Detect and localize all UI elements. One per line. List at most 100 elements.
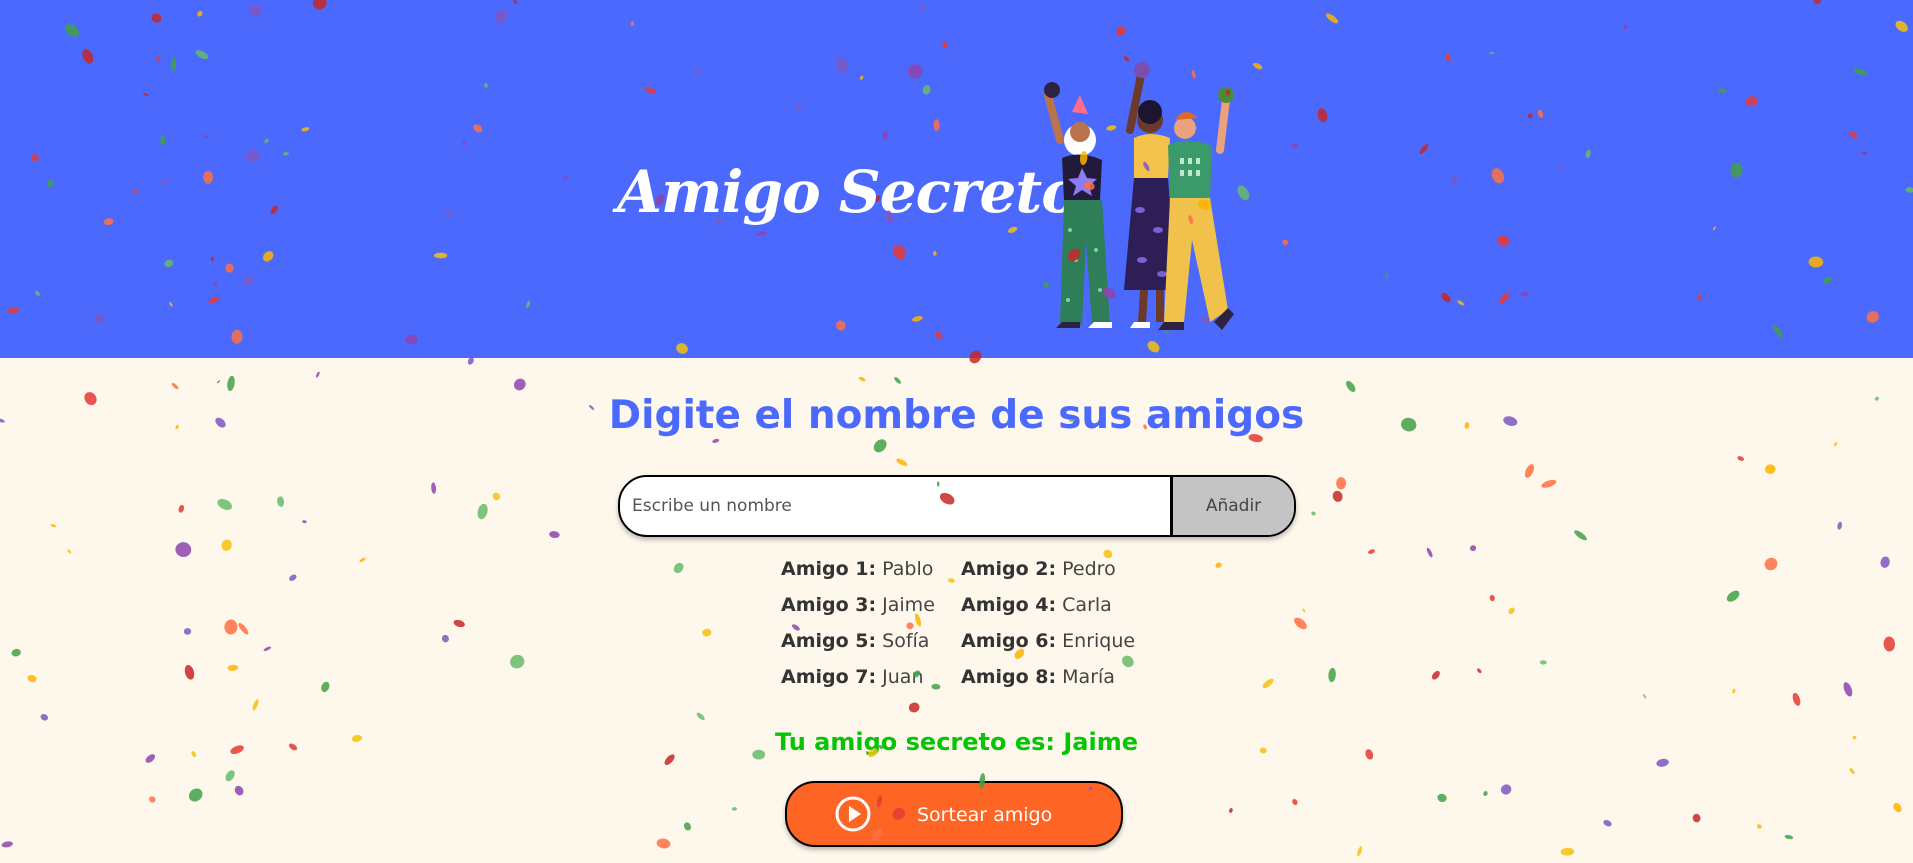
add-friend-button[interactable]: Añadir bbox=[1170, 477, 1294, 535]
list-item: Amigo 7: Juan bbox=[781, 666, 924, 688]
list-item: Amigo 8: María bbox=[961, 666, 1115, 688]
play-circle-icon bbox=[835, 796, 871, 832]
confetti-piece bbox=[1765, 464, 1776, 475]
header-banner: Amigo Secreto bbox=[0, 0, 1913, 358]
confetti-piece bbox=[1215, 562, 1222, 568]
confetti-piece bbox=[27, 674, 37, 683]
confetti-piece bbox=[1603, 819, 1612, 827]
confetti-piece bbox=[149, 796, 156, 803]
confetti-piece bbox=[1477, 668, 1482, 674]
confetti-piece bbox=[513, 378, 526, 391]
confetti-piece bbox=[673, 562, 684, 574]
confetti-piece bbox=[217, 498, 232, 510]
confetti-piece bbox=[1508, 607, 1515, 615]
confetti-piece bbox=[184, 664, 195, 680]
confetti-piece bbox=[1302, 608, 1306, 613]
confetti-piece bbox=[227, 375, 235, 392]
confetti-piece bbox=[289, 574, 297, 581]
confetti-piece bbox=[252, 699, 259, 711]
draw-button-label: Sortear amigo bbox=[917, 804, 1053, 826]
confetti-piece bbox=[359, 557, 366, 563]
confetti-piece bbox=[712, 438, 720, 443]
confetti-piece bbox=[221, 539, 232, 551]
list-item: Amigo 5: Sofía bbox=[781, 630, 930, 652]
confetti-piece bbox=[224, 619, 238, 635]
list-item: Amigo 3: Jaime bbox=[781, 594, 935, 616]
confetti-piece bbox=[1470, 545, 1477, 552]
confetti-piece bbox=[1, 841, 13, 848]
confetti-piece bbox=[225, 770, 235, 782]
confetti-piece bbox=[1849, 768, 1855, 774]
confetti-piece bbox=[1764, 557, 1778, 571]
confetti-piece bbox=[1336, 477, 1347, 490]
confetti-piece bbox=[1229, 808, 1233, 813]
confetti-piece bbox=[1833, 441, 1838, 447]
confetti-piece bbox=[549, 531, 560, 539]
confetti-piece bbox=[1426, 547, 1433, 558]
confetti-piece bbox=[1500, 784, 1512, 795]
confetti-piece bbox=[1357, 846, 1363, 857]
confetti-piece bbox=[216, 380, 221, 384]
confetti-piece bbox=[1737, 456, 1745, 461]
confetti-piece bbox=[1346, 380, 1356, 392]
confetti-piece bbox=[1574, 530, 1587, 541]
name-input-group: Añadir bbox=[618, 475, 1296, 537]
confetti-piece bbox=[1294, 617, 1307, 630]
confetti-piece bbox=[1332, 490, 1343, 502]
confetti-piece bbox=[183, 628, 192, 635]
confetti-piece bbox=[441, 634, 449, 643]
list-item: Amigo 1: Pablo bbox=[781, 558, 934, 580]
confetti-piece bbox=[40, 714, 49, 721]
confetti-piece bbox=[453, 619, 465, 628]
confetti-piece bbox=[1732, 688, 1736, 694]
confetti-piece bbox=[1311, 511, 1316, 516]
confetti-piece bbox=[1292, 799, 1298, 805]
confetti-piece bbox=[894, 377, 901, 384]
confetti-piece bbox=[1328, 667, 1336, 683]
confetti-piece bbox=[67, 549, 72, 554]
confetti-piece bbox=[315, 371, 320, 378]
friends-list: Amigo 1: Pablo Amigo 2: Pedro Amigo 3: J… bbox=[781, 555, 1141, 691]
confetti-piece bbox=[1784, 834, 1794, 840]
confetti-piece bbox=[696, 712, 705, 721]
confetti-piece bbox=[238, 623, 249, 635]
confetti-piece bbox=[1726, 590, 1740, 602]
confetti-piece bbox=[1837, 521, 1843, 530]
confetti-piece bbox=[1539, 660, 1547, 665]
confetti-piece bbox=[477, 503, 488, 520]
confetti-piece bbox=[702, 628, 712, 637]
draw-friend-button[interactable]: Sortear amigo bbox=[785, 781, 1123, 847]
page-title: Amigo Secreto bbox=[617, 158, 1080, 226]
confetti-piece bbox=[731, 807, 738, 811]
friends-illustration bbox=[1044, 62, 1234, 330]
confetti-piece bbox=[1880, 556, 1890, 568]
confetti-piece bbox=[1431, 670, 1440, 680]
confetti-piece bbox=[277, 496, 285, 507]
confetti-piece bbox=[492, 492, 501, 501]
confetti-piece bbox=[1883, 636, 1896, 652]
confetti-piece bbox=[1437, 793, 1447, 803]
confetti-piece bbox=[1656, 758, 1669, 767]
secret-friend-result: Tu amigo secreto es: Jaime bbox=[775, 728, 1138, 756]
confetti-piece bbox=[1524, 464, 1535, 478]
confetti-piece bbox=[11, 648, 21, 657]
confetti-piece bbox=[896, 458, 908, 466]
friend-name-input[interactable] bbox=[620, 477, 1165, 535]
confetti-piece bbox=[1560, 847, 1575, 856]
confetti-piece bbox=[302, 520, 307, 524]
confetti-piece bbox=[431, 482, 437, 494]
confetti-piece bbox=[1489, 594, 1495, 602]
list-item: Amigo 2: Pedro bbox=[961, 558, 1116, 580]
confetti-piece bbox=[1483, 791, 1488, 796]
confetti-piece bbox=[510, 654, 525, 669]
confetti-piece bbox=[321, 681, 330, 693]
confetti-piece bbox=[50, 523, 57, 528]
confetti-piece bbox=[1541, 479, 1557, 488]
confetti-piece bbox=[1643, 694, 1647, 699]
confetti-piece bbox=[1262, 678, 1274, 689]
list-item: Amigo 4: Carla bbox=[961, 594, 1112, 616]
confetti-piece bbox=[1843, 682, 1853, 697]
confetti-piece bbox=[1756, 824, 1762, 829]
confetti-piece bbox=[188, 788, 203, 802]
confetti-piece bbox=[171, 382, 179, 390]
